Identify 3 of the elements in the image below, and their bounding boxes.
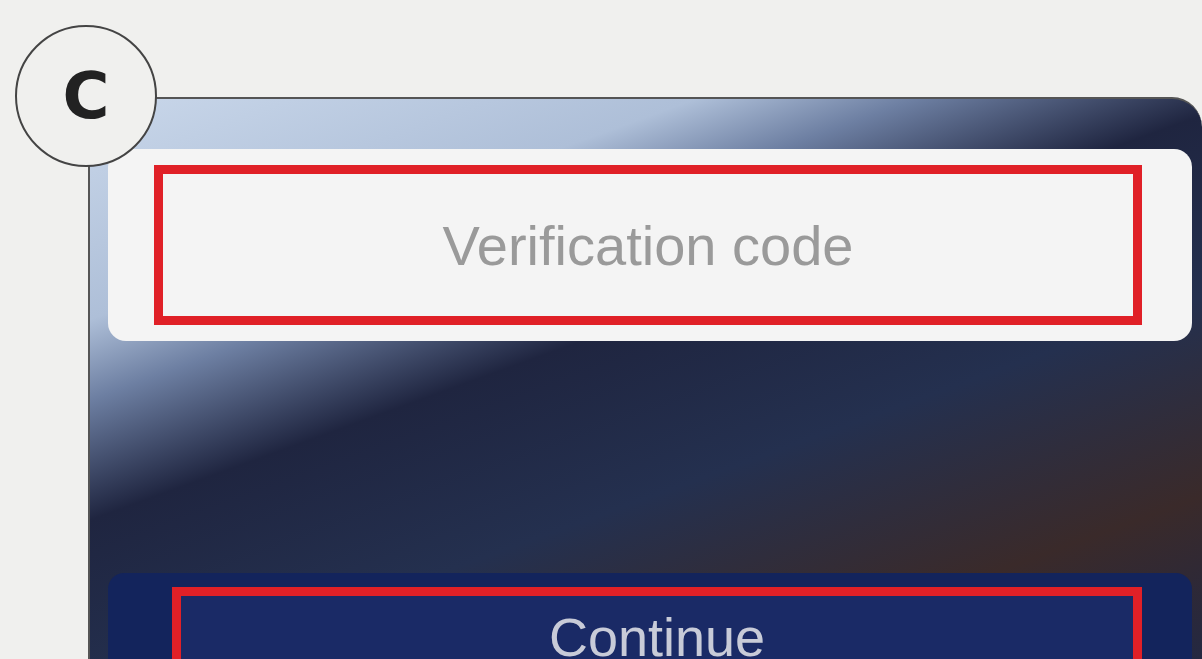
continue-button[interactable]: Continue	[172, 587, 1142, 659]
verification-code-field[interactable]: Verification code	[154, 165, 1142, 325]
step-badge: C	[15, 25, 157, 167]
